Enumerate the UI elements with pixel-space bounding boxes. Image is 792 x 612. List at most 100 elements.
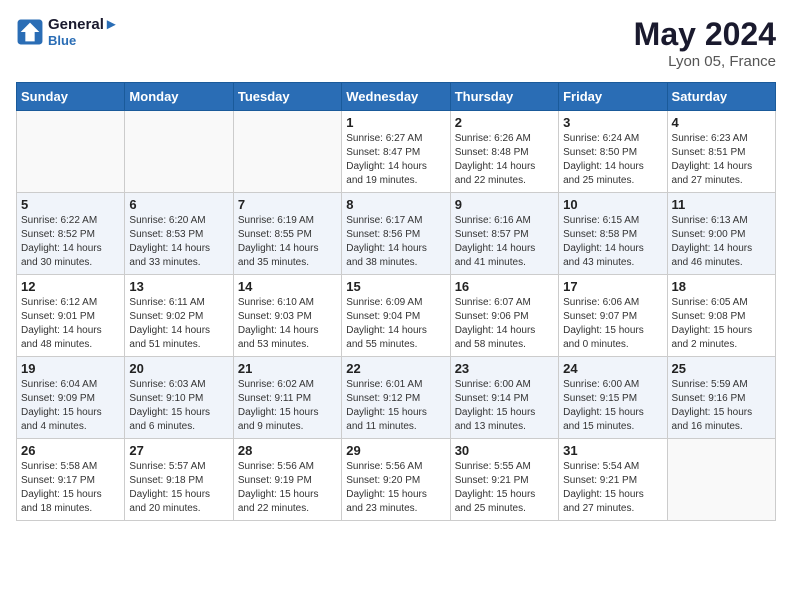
- day-info: Sunrise: 6:06 AM Sunset: 9:07 PM Dayligh…: [563, 296, 662, 352]
- day-number: 28: [238, 443, 337, 458]
- day-number: 22: [346, 361, 445, 376]
- calendar-cell: 6 Sunrise: 6:20 AM Sunset: 8:53 PM Daylig…: [125, 193, 233, 275]
- day-number: 11: [672, 197, 771, 212]
- day-number: 29: [346, 443, 445, 458]
- calendar-cell: 19 Sunrise: 6:04 AM Sunset: 9:09 PM Dayli…: [17, 357, 125, 439]
- day-info: Sunrise: 5:55 AM Sunset: 9:21 PM Dayligh…: [455, 460, 554, 516]
- calendar-cell: 1Sunrise: 6:27 AM Sunset: 8:47 PM Daylig…: [342, 111, 450, 193]
- day-info: Sunrise: 6:00 AM Sunset: 9:15 PM Dayligh…: [563, 378, 662, 434]
- calendar-cell: 14 Sunrise: 6:10 AM Sunset: 9:03 PM Dayli…: [233, 275, 341, 357]
- calendar-cell: 4Sunrise: 6:23 AM Sunset: 8:51 PM Daylig…: [667, 111, 775, 193]
- calendar-cell: 23Sunrise: 6:00 AM Sunset: 9:14 PM Dayli…: [450, 357, 558, 439]
- day-info: Sunrise: 6:20 AM Sunset: 8:53 PM Dayligh…: [129, 214, 228, 270]
- logo-text: General► Blue: [48, 16, 119, 48]
- calendar-cell: 20 Sunrise: 6:03 AM Sunset: 9:10 PM Dayli…: [125, 357, 233, 439]
- day-info: Sunrise: 5:56 AM Sunset: 9:20 PM Dayligh…: [346, 460, 445, 516]
- day-info: Sunrise: 6:00 AM Sunset: 9:14 PM Dayligh…: [455, 378, 554, 434]
- calendar-cell: 5 Sunrise: 6:22 AM Sunset: 8:52 PM Daylig…: [17, 193, 125, 275]
- calendar-cell: 3 Sunrise: 6:24 AM Sunset: 8:50 PM Daylig…: [559, 111, 667, 193]
- calendar-cell: 24 Sunrise: 6:00 AM Sunset: 9:15 PM Dayli…: [559, 357, 667, 439]
- day-number: 12: [21, 279, 120, 294]
- day-number: 18: [672, 279, 771, 294]
- day-number: 31: [563, 443, 662, 458]
- day-info: Sunrise: 6:17 AM Sunset: 8:56 PM Dayligh…: [346, 214, 445, 270]
- day-number: 30: [455, 443, 554, 458]
- calendar-cell: 17 Sunrise: 6:06 AM Sunset: 9:07 PM Dayli…: [559, 275, 667, 357]
- calendar-cell: 12 Sunrise: 6:12 AM Sunset: 9:01 PM Dayli…: [17, 275, 125, 357]
- month-title: May 2024: [634, 16, 776, 53]
- calendar-cell: 29 Sunrise: 5:56 AM Sunset: 9:20 PM Dayli…: [342, 439, 450, 521]
- day-number: 5: [21, 197, 120, 212]
- day-number: 24: [563, 361, 662, 376]
- calendar-cell: 16 Sunrise: 6:07 AM Sunset: 9:06 PM Dayli…: [450, 275, 558, 357]
- weekday-header-sunday: Sunday: [17, 83, 125, 111]
- day-info: Sunrise: 6:19 AM Sunset: 8:55 PM Dayligh…: [238, 214, 337, 270]
- day-number: 8: [346, 197, 445, 212]
- calendar-cell: 30 Sunrise: 5:55 AM Sunset: 9:21 PM Dayli…: [450, 439, 558, 521]
- day-info: Sunrise: 6:24 AM Sunset: 8:50 PM Dayligh…: [563, 132, 662, 188]
- day-number: 6: [129, 197, 228, 212]
- calendar-table: SundayMondayTuesdayWednesdayThursdayFrid…: [16, 82, 776, 521]
- day-info: Sunrise: 6:16 AM Sunset: 8:57 PM Dayligh…: [455, 214, 554, 270]
- day-info: Sunrise: 6:15 AM Sunset: 8:58 PM Dayligh…: [563, 214, 662, 270]
- calendar-cell: 10 Sunrise: 6:15 AM Sunset: 8:58 PM Dayli…: [559, 193, 667, 275]
- day-info: Sunrise: 5:54 AM Sunset: 9:21 PM Dayligh…: [563, 460, 662, 516]
- calendar-cell: [125, 111, 233, 193]
- logo-icon: [16, 18, 44, 46]
- calendar-cell: 15 Sunrise: 6:09 AM Sunset: 9:04 PM Dayli…: [342, 275, 450, 357]
- day-number: 17: [563, 279, 662, 294]
- calendar-cell: 2Sunrise: 6:26 AM Sunset: 8:48 PM Daylig…: [450, 111, 558, 193]
- day-number: 25: [672, 361, 771, 376]
- page-header: General► Blue May 2024 Lyon 05, France: [16, 16, 776, 70]
- weekday-header-monday: Monday: [125, 83, 233, 111]
- calendar-cell: 27Sunrise: 5:57 AM Sunset: 9:18 PM Dayli…: [125, 439, 233, 521]
- day-number: 15: [346, 279, 445, 294]
- location-subtitle: Lyon 05, France: [634, 53, 776, 70]
- day-info: Sunrise: 6:26 AM Sunset: 8:48 PM Dayligh…: [455, 132, 554, 188]
- day-info: Sunrise: 6:23 AM Sunset: 8:51 PM Dayligh…: [672, 132, 771, 188]
- day-number: 21: [238, 361, 337, 376]
- weekday-header-saturday: Saturday: [667, 83, 775, 111]
- day-info: Sunrise: 6:01 AM Sunset: 9:12 PM Dayligh…: [346, 378, 445, 434]
- calendar-cell: 25 Sunrise: 5:59 AM Sunset: 9:16 PM Dayli…: [667, 357, 775, 439]
- day-number: 3: [563, 115, 662, 130]
- day-info: Sunrise: 5:56 AM Sunset: 9:19 PM Dayligh…: [238, 460, 337, 516]
- calendar-cell: [667, 439, 775, 521]
- calendar-cell: 8 Sunrise: 6:17 AM Sunset: 8:56 PM Daylig…: [342, 193, 450, 275]
- calendar-cell: 11 Sunrise: 6:13 AM Sunset: 9:00 PM Dayli…: [667, 193, 775, 275]
- day-info: Sunrise: 6:10 AM Sunset: 9:03 PM Dayligh…: [238, 296, 337, 352]
- calendar-cell: 7 Sunrise: 6:19 AM Sunset: 8:55 PM Daylig…: [233, 193, 341, 275]
- day-info: Sunrise: 5:59 AM Sunset: 9:16 PM Dayligh…: [672, 378, 771, 434]
- day-info: Sunrise: 6:09 AM Sunset: 9:04 PM Dayligh…: [346, 296, 445, 352]
- day-info: Sunrise: 6:13 AM Sunset: 9:00 PM Dayligh…: [672, 214, 771, 270]
- calendar-cell: 18 Sunrise: 6:05 AM Sunset: 9:08 PM Dayli…: [667, 275, 775, 357]
- day-number: 19: [21, 361, 120, 376]
- day-info: Sunrise: 6:05 AM Sunset: 9:08 PM Dayligh…: [672, 296, 771, 352]
- day-info: Sunrise: 6:22 AM Sunset: 8:52 PM Dayligh…: [21, 214, 120, 270]
- day-info: Sunrise: 6:11 AM Sunset: 9:02 PM Dayligh…: [129, 296, 228, 352]
- day-number: 26: [21, 443, 120, 458]
- day-number: 16: [455, 279, 554, 294]
- calendar-cell: 13 Sunrise: 6:11 AM Sunset: 9:02 PM Dayli…: [125, 275, 233, 357]
- day-info: Sunrise: 6:03 AM Sunset: 9:10 PM Dayligh…: [129, 378, 228, 434]
- day-number: 13: [129, 279, 228, 294]
- day-info: Sunrise: 6:07 AM Sunset: 9:06 PM Dayligh…: [455, 296, 554, 352]
- day-number: 9: [455, 197, 554, 212]
- day-info: Sunrise: 6:12 AM Sunset: 9:01 PM Dayligh…: [21, 296, 120, 352]
- calendar-cell: [17, 111, 125, 193]
- calendar-cell: 26Sunrise: 5:58 AM Sunset: 9:17 PM Dayli…: [17, 439, 125, 521]
- calendar-week-row: 5 Sunrise: 6:22 AM Sunset: 8:52 PM Daylig…: [17, 193, 776, 275]
- day-number: 20: [129, 361, 228, 376]
- day-info: Sunrise: 6:02 AM Sunset: 9:11 PM Dayligh…: [238, 378, 337, 434]
- day-number: 14: [238, 279, 337, 294]
- calendar-cell: 22 Sunrise: 6:01 AM Sunset: 9:12 PM Dayli…: [342, 357, 450, 439]
- weekday-header-thursday: Thursday: [450, 83, 558, 111]
- weekday-header-wednesday: Wednesday: [342, 83, 450, 111]
- day-number: 7: [238, 197, 337, 212]
- day-number: 10: [563, 197, 662, 212]
- calendar-cell: 28 Sunrise: 5:56 AM Sunset: 9:19 PM Dayli…: [233, 439, 341, 521]
- day-info: Sunrise: 5:57 AM Sunset: 9:18 PM Dayligh…: [129, 460, 228, 516]
- weekday-header-row: SundayMondayTuesdayWednesdayThursdayFrid…: [17, 83, 776, 111]
- day-info: Sunrise: 6:04 AM Sunset: 9:09 PM Dayligh…: [21, 378, 120, 434]
- calendar-week-row: 12 Sunrise: 6:12 AM Sunset: 9:01 PM Dayli…: [17, 275, 776, 357]
